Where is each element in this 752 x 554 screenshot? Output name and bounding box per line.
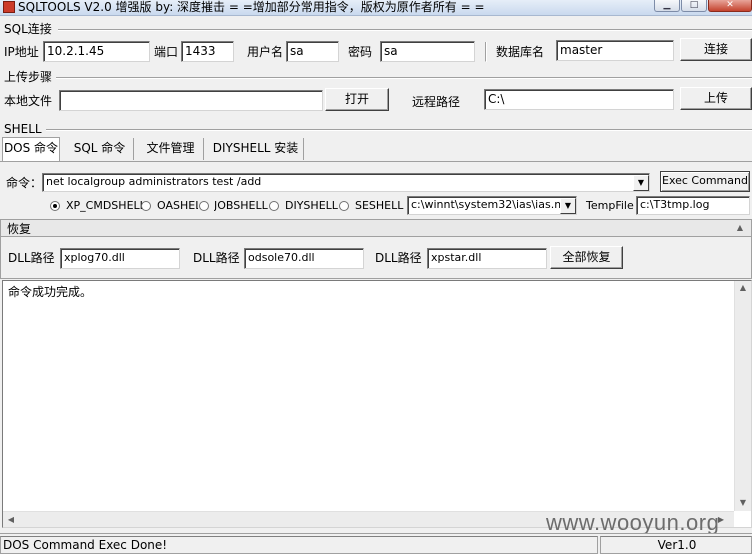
restore-all-button[interactable]: 全部恢复 [550,246,623,269]
sql-section-divider [58,29,752,31]
restore-section-label: 恢复 [7,222,32,236]
radio-jobshell-label: JOBSHELL [214,199,268,212]
tab-dos-command[interactable]: DOS 命令 [2,137,60,161]
status-message: DOS Command Exec Done! [0,536,598,554]
shell-section-label: SHELL [4,122,42,136]
radio-xp-cmdshell[interactable] [50,201,60,211]
close-icon[interactable]: ✕ [708,0,752,12]
tab-strip-line [0,161,752,162]
radio-oashell[interactable] [141,201,151,211]
dll3-label: DLL路径 [375,251,422,265]
command-label: 命令： [6,176,43,190]
dll2-label: DLL路径 [193,251,240,265]
radio-seshell-label: SESHELL [355,199,404,212]
tempfile-label: TempFile [586,199,634,212]
scroll-down-icon[interactable]: ▼ [735,497,751,509]
ip-input[interactable]: 10.2.1.45 [43,41,150,62]
restore-panel-header: 恢复 ▲ [0,219,752,237]
scroll-left-icon[interactable]: ◀ [5,514,17,526]
db-input[interactable]: master [556,40,674,61]
dll2-input[interactable]: odsole70.dll [244,248,364,269]
command-input[interactable]: net localgroup administrators test /add [42,173,650,192]
radio-jobshell[interactable] [199,201,209,211]
app-icon [3,1,15,13]
upload-section-divider [56,77,752,79]
remote-path-input[interactable]: C:\ [484,89,674,110]
password-label: 密码 [348,45,373,59]
user-label: 用户名 [247,45,284,59]
password-input[interactable]: sa [380,41,475,62]
local-file-input[interactable] [59,90,323,111]
mdb-path-select[interactable]: c:\winnt\system32\ias\ias.mdb [407,196,577,215]
port-input[interactable]: 1433 [181,41,234,62]
radio-diyshell-label: DIYSHELL [285,199,338,212]
maximize-icon[interactable]: □ [681,0,707,12]
local-file-label: 本地文件 [4,94,53,108]
exec-command-button[interactable]: Exec Command [660,171,750,192]
radio-xp-cmdshell-label: XP_CMDSHELL [66,199,146,212]
output-textarea[interactable]: 命令成功完成。 ▲ ▼ ◀ ▶ [2,280,752,528]
radio-oashell-label: OASHELL [157,199,198,212]
tab-sql-command[interactable]: SQL 命令 [66,138,134,160]
title-bar[interactable]: SQLTOOLS V2.0 增强版 by: 深度摧击 = =增加部分常用指令，版… [0,0,752,16]
status-version: Ver1.0 [600,536,752,554]
db-label: 数据库名 [496,45,545,59]
remote-path-label: 远程路径 [412,95,461,109]
radio-diyshell[interactable] [269,201,279,211]
scroll-up-icon[interactable]: ▲ [735,282,751,294]
port-label: 端口 [154,45,179,59]
window-title: SQLTOOLS V2.0 增强版 by: 深度摧击 = =增加部分常用指令，版… [18,0,485,14]
tab-file-manager[interactable]: 文件管理 [138,138,204,160]
user-input[interactable]: sa [286,41,339,62]
dll1-input[interactable]: xplog70.dll [60,248,180,269]
collapse-chevron-up-icon[interactable]: ▲ [733,222,747,234]
dll3-input[interactable]: xpstar.dll [427,248,547,269]
mdb-path-chevron-down-icon[interactable]: ▼ [560,198,576,214]
dll1-label: DLL路径 [8,251,55,265]
sql-section-label: SQL连接 [4,22,52,36]
radio-seshell[interactable] [339,201,349,211]
command-dropdown-chevron-down-icon[interactable]: ▼ [633,175,649,191]
upload-button[interactable]: 上传 [680,87,752,110]
output-text: 命令成功完成。 [8,285,93,299]
tab-diyshell-install[interactable]: DIYSHELL 安装 [208,138,304,160]
upload-section-label: 上传步骤 [4,70,53,84]
tempfile-input[interactable]: c:\T3tmp.log [636,196,750,215]
vertical-scrollbar[interactable]: ▲ ▼ [734,281,751,511]
connect-button[interactable]: 连接 [680,38,752,61]
status-bar: DOS Command Exec Done! Ver1.0 [0,533,752,554]
open-file-button[interactable]: 打开 [325,88,389,111]
shell-section-divider [46,129,752,131]
sql-field-divider [485,42,487,62]
minimize-icon[interactable]: ▁ [654,0,680,12]
ip-label: IP地址 [4,45,39,59]
